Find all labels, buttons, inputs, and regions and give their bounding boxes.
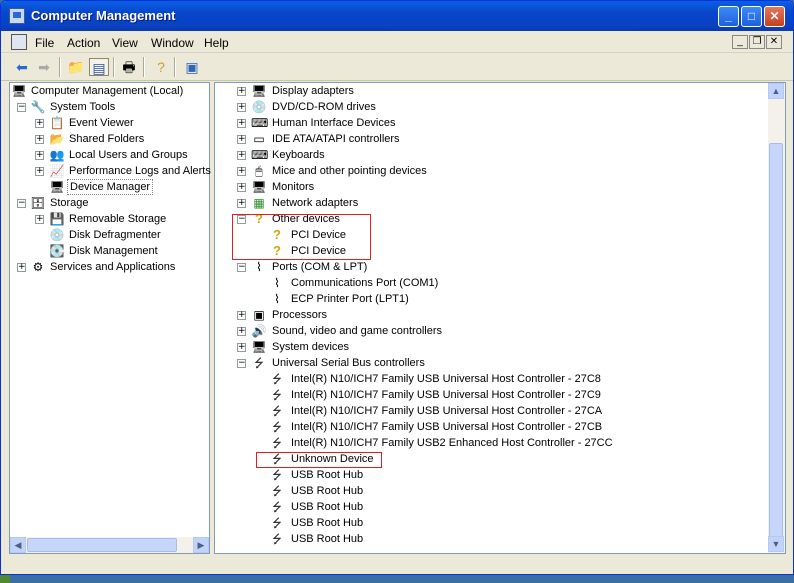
disk-management-icon: 💽: [49, 244, 65, 258]
toolbar-separator: [113, 57, 115, 77]
storage-icon: 🗄: [30, 196, 46, 210]
properties-icon[interactable]: ▣: [182, 58, 202, 76]
users-icon: 👥: [49, 148, 65, 162]
port-icon: ⌇: [256, 260, 262, 274]
close-button[interactable]: ✕: [764, 6, 785, 27]
expand-icon[interactable]: +: [237, 327, 246, 336]
maximize-button[interactable]: □: [741, 6, 762, 27]
highlight-unknown-device: [256, 452, 382, 468]
removable-storage-icon: 💾: [49, 212, 65, 226]
dvd-drive-icon: 💿: [251, 100, 267, 114]
toolbar-separator: [143, 57, 145, 77]
expand-icon[interactable]: +: [35, 215, 44, 224]
speaker-icon: 🔊: [251, 324, 267, 338]
keyboard-icon: ⌨: [251, 148, 269, 162]
show-hide-tree-icon[interactable]: ▤: [89, 58, 109, 76]
menu-view[interactable]: View: [112, 36, 138, 50]
back-arrow-icon[interactable]: ⬅: [12, 58, 32, 76]
highlight-other-devices: [232, 214, 371, 260]
expand-icon[interactable]: +: [35, 151, 44, 160]
scroll-left-arrow[interactable]: ◀: [10, 537, 26, 553]
usb-icon: ⭍: [272, 468, 282, 482]
toolbar-separator: [174, 57, 176, 77]
usb-icon: ⭍: [272, 484, 282, 498]
usb-icon: ⭍: [272, 404, 282, 418]
usb-icon: ⭍: [272, 372, 282, 386]
minimize-button[interactable]: _: [718, 6, 739, 27]
collapse-icon[interactable]: −: [237, 359, 246, 368]
system-device-icon: 🖥: [251, 340, 267, 354]
menu-window[interactable]: Window: [151, 36, 194, 50]
collapse-icon[interactable]: −: [237, 263, 246, 272]
status-bar: [1, 557, 793, 574]
usb-icon: ⭍: [272, 500, 282, 514]
menu-file[interactable]: File: [35, 36, 54, 50]
monitor-icon: 🖥: [251, 180, 267, 194]
scroll-right-arrow[interactable]: ▶: [193, 537, 209, 553]
usb-icon: ⭍: [272, 388, 282, 402]
console-icon[interactable]: [11, 34, 27, 50]
collapse-icon[interactable]: −: [17, 103, 26, 112]
collapse-icon[interactable]: −: [17, 199, 26, 208]
expand-icon[interactable]: +: [237, 199, 246, 208]
vertical-scrollbar[interactable]: ▲ ▼: [768, 83, 785, 553]
scroll-thumb[interactable]: [769, 143, 783, 537]
print-icon[interactable]: 🖶: [119, 58, 139, 76]
scroll-thumb[interactable]: [27, 538, 177, 552]
expand-icon[interactable]: +: [237, 87, 246, 96]
menu-help[interactable]: Help: [204, 36, 229, 50]
computer-management-icon: [9, 8, 25, 24]
window-title: Computer Management: [31, 8, 176, 23]
expand-icon[interactable]: +: [237, 343, 246, 352]
help-icon[interactable]: ?: [151, 58, 171, 76]
usb-icon: ⭍: [272, 516, 282, 530]
menu-action[interactable]: Action: [67, 36, 100, 50]
expand-icon[interactable]: +: [237, 103, 246, 112]
mdi-restore-button[interactable]: ❐: [749, 35, 765, 49]
ide-controller-icon: ▭: [253, 132, 265, 146]
usb-icon: ⭍: [272, 420, 282, 434]
performance-icon: 📈: [49, 164, 65, 178]
port-icon: ⌇: [274, 276, 280, 290]
device-manager-icon: 🖥: [49, 180, 65, 194]
forward-arrow-icon[interactable]: ➡: [34, 58, 54, 76]
defragmenter-icon: 💿: [49, 228, 65, 242]
expand-icon[interactable]: +: [237, 119, 246, 128]
expand-icon[interactable]: +: [237, 135, 246, 144]
usb-icon: ⭍: [254, 356, 264, 370]
expand-icon[interactable]: +: [35, 119, 44, 128]
shared-folder-icon: 📂: [49, 132, 65, 146]
expand-icon[interactable]: +: [35, 167, 44, 176]
network-adapter-icon: ▦: [253, 196, 265, 210]
services-icon: ⚙: [32, 260, 44, 274]
expand-icon[interactable]: +: [17, 263, 26, 272]
usb-icon: ⭍: [272, 532, 282, 546]
expand-icon[interactable]: +: [237, 183, 246, 192]
mouse-icon: 🖱: [255, 164, 263, 178]
hid-icon: ⌨: [251, 116, 269, 130]
expand-icon[interactable]: +: [237, 151, 246, 160]
horizontal-scrollbar[interactable]: ◀ ▶: [10, 537, 209, 553]
title-bar[interactable]: Computer Management _ □ ✕: [1, 1, 793, 31]
up-folder-icon[interactable]: 📁: [66, 58, 86, 76]
scroll-down-arrow[interactable]: ▼: [768, 536, 784, 552]
usb-icon: ⭍: [272, 436, 282, 450]
display-adapter-icon: 🖥: [251, 84, 267, 98]
event-viewer-icon: 📋: [49, 116, 65, 130]
computer-management-window: Computer Management _ □ ✕ File Action Vi…: [0, 0, 794, 575]
mdi-close-button[interactable]: ✕: [766, 35, 782, 49]
port-icon: ⌇: [274, 292, 280, 306]
tools-icon: 🔧: [30, 100, 46, 114]
expand-icon[interactable]: +: [237, 167, 246, 176]
expand-icon[interactable]: +: [35, 135, 44, 144]
scroll-up-arrow[interactable]: ▲: [768, 83, 784, 99]
mdi-minimize-button[interactable]: _: [732, 35, 748, 49]
processor-icon: ▣: [253, 308, 265, 322]
expand-icon[interactable]: +: [237, 311, 246, 320]
computer-icon: 🖥: [11, 84, 27, 98]
toolbar-separator: [59, 57, 61, 77]
